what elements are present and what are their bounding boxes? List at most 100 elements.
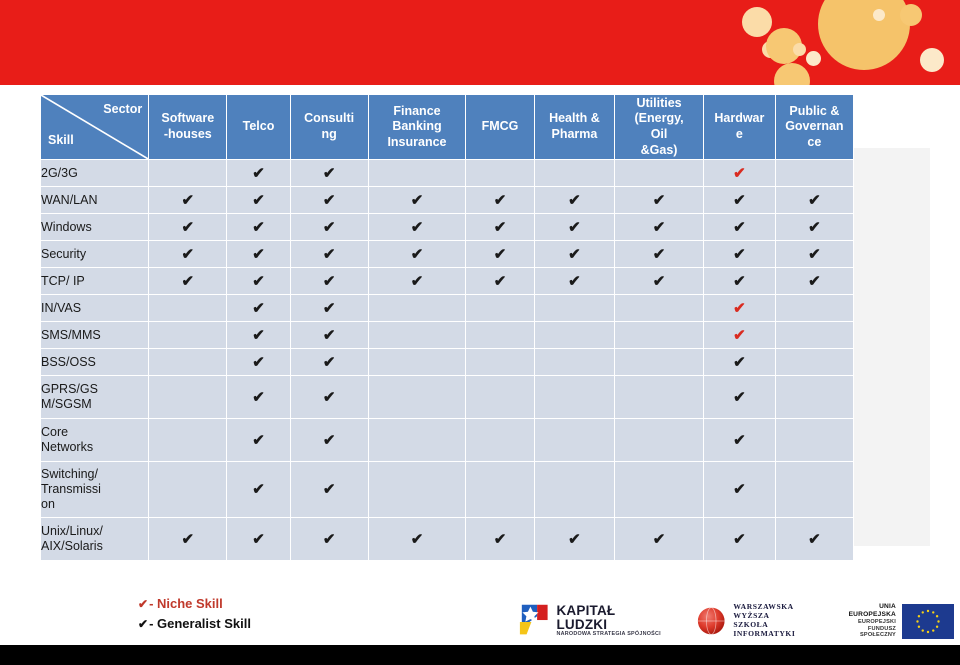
generalist-check-icon: ✔ (322, 530, 336, 548)
cell-r4-c3: ✔ (368, 268, 466, 294)
cell-r2-c7: ✔ (704, 214, 775, 240)
row-label-line: 2G/3G (41, 165, 78, 180)
kapital-ludzki-title: KAPITAŁ LUDZKI (556, 602, 616, 633)
column-header-line: Finance (393, 103, 441, 118)
generalist-check-icon: ✔ (181, 191, 195, 209)
row-label-1: WAN/LAN (41, 187, 149, 213)
cell-r1-c7: ✔ (704, 187, 775, 213)
generalist-check-icon: ✔ (322, 272, 336, 290)
cell-r6-c7: ✔ (704, 322, 775, 348)
row-label-line: SMS/MMS (41, 327, 101, 342)
column-header-line: &Gas) (640, 142, 678, 157)
cell-r1-c6: ✔ (615, 187, 703, 213)
cell-r5-c6 (615, 295, 703, 321)
cell-r10-c4 (466, 462, 534, 517)
generalist-check-icon: ✔ (733, 388, 746, 406)
row-label-line: TCP/ IP (41, 273, 85, 288)
generalist-check-icon: ✔ (493, 245, 507, 263)
column-header-line: Software (161, 111, 215, 126)
cell-r7-c5 (534, 349, 615, 375)
bubble-6 (920, 48, 944, 72)
table-row: Core Networks ✔ ✔ ✔ (41, 419, 853, 461)
generalist-check-icon: ✔ (808, 218, 821, 236)
column-header-line: ce (807, 134, 822, 149)
row-label-line: Core (41, 425, 69, 439)
row-label-line: Security (41, 246, 87, 261)
generalist-check-icon: ✔ (322, 164, 336, 182)
cell-r3-c4: ✔ (466, 241, 534, 267)
generalist-check-icon: ✔ (733, 191, 746, 209)
cell-r4-c8: ✔ (775, 268, 853, 294)
table-row: Windows ✔ ✔ ✔ ✔ ✔ ✔ ✔ ✔ ✔ (41, 214, 853, 240)
generalist-check-icon: ✔ (568, 530, 581, 548)
row-label-0: 2G/3G (41, 160, 149, 186)
generalist-check-icon: ✔ (252, 481, 265, 498)
cell-r6-c6 (615, 322, 703, 348)
cell-r9-c8 (775, 419, 853, 461)
wwsi-logo: WARSZAWSKA WYŻSZA SZKOŁA INFORMATYKI (695, 602, 803, 639)
generalist-check-icon: ✔ (733, 245, 746, 263)
cell-r0-c5 (534, 160, 615, 186)
generalist-check-icon: ✔ (322, 431, 336, 449)
cell-r0-c0 (149, 160, 227, 186)
column-header-1: Telco (227, 95, 290, 159)
table-row: SMS/MMS ✔ ✔ ✔ (41, 322, 853, 348)
generalist-check-icon: ✔ (322, 353, 336, 371)
eu-line-3: FUNDUSZ SPOŁECZNY (860, 625, 896, 639)
column-header-3: Finance Banking Insurance (368, 95, 466, 159)
generalist-check-icon: ✔ (252, 299, 265, 317)
cell-r4-c2: ✔ (290, 268, 368, 294)
kapital-ludzki-logo: KAPITAŁ LUDZKI NARODOWA STRATEGIA SPÓJNO… (518, 602, 665, 640)
cell-r9-c4 (466, 419, 534, 461)
row-label-line: AIX/Solaris (41, 539, 103, 553)
cell-r0-c6 (615, 160, 703, 186)
generalist-check-icon: ✔ (568, 218, 581, 236)
cell-r5-c7: ✔ (704, 295, 775, 321)
generalist-check-icon: ✔ (181, 530, 195, 548)
column-header-line: FMCG (481, 119, 519, 134)
bubble-4 (806, 51, 821, 66)
cell-r4-c5: ✔ (534, 268, 615, 294)
cell-r6-c5 (534, 322, 615, 348)
generalist-check-icon: ✔ (252, 388, 265, 406)
generalist-check-icon: ✔ (252, 272, 265, 290)
generalist-check-icon: ✔ (493, 191, 507, 209)
cell-r4-c0: ✔ (149, 268, 227, 294)
column-header-line: Pharma (551, 127, 598, 141)
row-label-line: M/SGSM (41, 397, 92, 411)
cell-r1-c2: ✔ (290, 187, 368, 213)
cell-r2-c3: ✔ (368, 214, 466, 240)
cell-r8-c8 (775, 376, 853, 418)
generalist-check-icon: ✔ (652, 218, 666, 236)
generalist-check-icon: ✔ (322, 326, 336, 344)
generalist-check-icon: ✔ (733, 218, 746, 236)
cell-r11-c2: ✔ (290, 518, 368, 560)
row-label-5: IN/VAS (41, 295, 149, 321)
row-label-line: BSS/OSS (41, 354, 96, 369)
top-red-banner (0, 0, 960, 85)
legend-niche-skill: ✔- Niche Skill (138, 594, 251, 614)
kapital-ludzki-subtitle: NARODOWA STRATEGIA SPÓJNOŚCI (556, 631, 661, 638)
table-row: 2G/3G ✔ ✔ ✔ (41, 160, 853, 186)
matrix-head: Sector Skill Software -houses Telco Consult… (41, 95, 853, 159)
row-label-6: SMS/MMS (41, 322, 149, 348)
table-row: WAN/LAN ✔ ✔ ✔ ✔ ✔ ✔ ✔ ✔ ✔ (41, 187, 853, 213)
column-header-2: Consulti ng (290, 95, 368, 159)
generalist-check-icon: ✔ (568, 272, 581, 290)
cell-r8-c6 (615, 376, 703, 418)
generalist-check-icon: ✔ (808, 191, 821, 209)
cell-r5-c3 (368, 295, 466, 321)
generalist-check-icon: ✔ (138, 617, 149, 632)
generalist-check-icon: ✔ (493, 272, 507, 290)
cell-r2-c0: ✔ (149, 214, 227, 240)
cell-r0-c2: ✔ (290, 160, 368, 186)
generalist-check-icon: ✔ (652, 272, 666, 290)
generalist-check-icon: ✔ (410, 218, 424, 236)
cell-r1-c3: ✔ (368, 187, 466, 213)
eu-line-1: UNIA EUROPEJSKA (848, 602, 896, 618)
generalist-check-icon: ✔ (252, 431, 265, 449)
matrix-header-row: Sector Skill Software -houses Telco Consult… (41, 95, 853, 159)
cell-r0-c3 (368, 160, 466, 186)
column-header-8: Public & Governan ce (775, 95, 853, 159)
generalist-check-icon: ✔ (252, 191, 265, 209)
